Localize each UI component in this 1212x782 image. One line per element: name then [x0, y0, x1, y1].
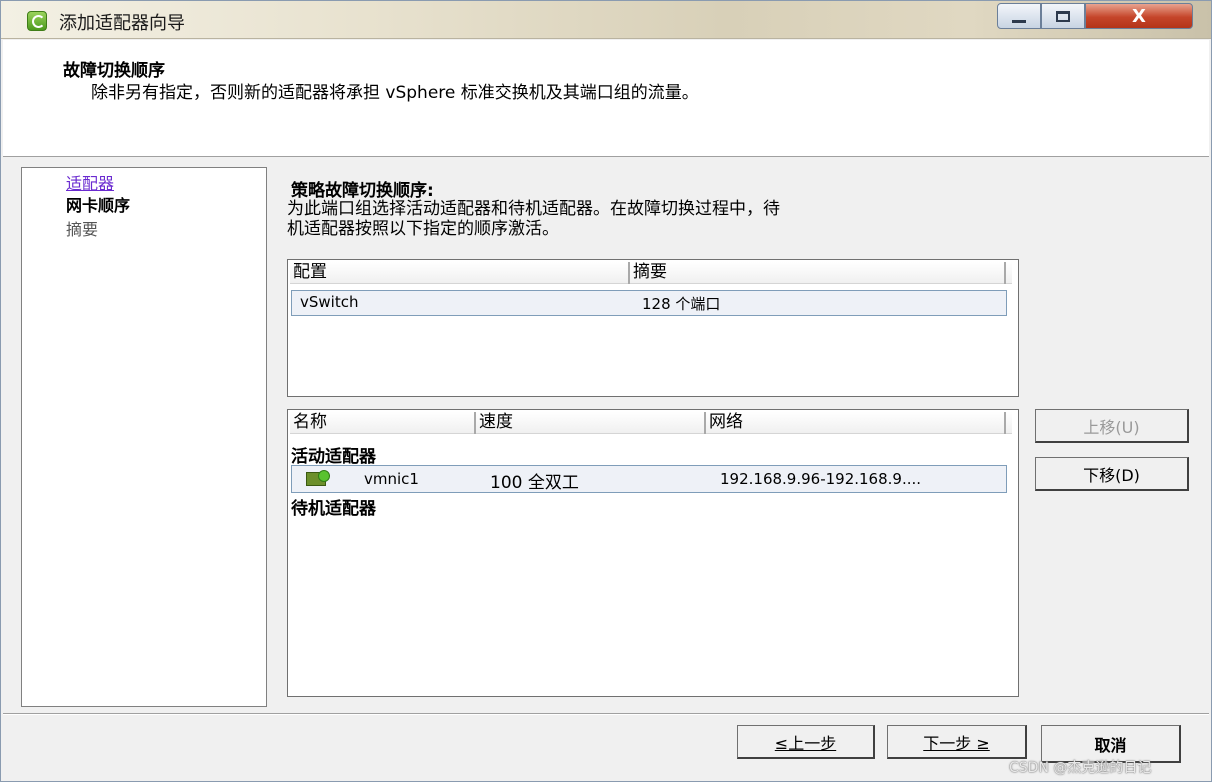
summary-cell: 128 个端口: [642, 295, 721, 313]
adapter-list-header: 名称 速度 网络: [290, 412, 1012, 434]
minimize-icon: [1012, 19, 1026, 23]
page-description: 除非另有指定，否则新的适配器将承担 vSphere 标准交换机及其端口组的流量。: [91, 83, 699, 103]
move-down-button[interactable]: 下移(D): [1035, 457, 1189, 491]
column-header-name[interactable]: 名称: [290, 412, 476, 434]
back-button-label: ≤上一步: [774, 733, 837, 753]
adapter-network-cell: 192.168.9.96-192.168.9....: [720, 470, 922, 488]
policy-description-line2: 机适配器按照以下指定的顺序激活。: [287, 219, 559, 239]
config-list[interactable]: 配置 摘要 vSwitch 128 个端口: [287, 259, 1019, 397]
adapter-row-vmnic1[interactable]: vmnic1 100 全双工 192.168.9.96-192.168.9...…: [291, 465, 1007, 493]
move-up-button[interactable]: 上移(U): [1035, 409, 1189, 443]
close-icon: X: [1132, 5, 1146, 27]
standby-adapters-label: 待机适配器: [291, 499, 376, 519]
config-row-vswitch[interactable]: vSwitch 128 个端口: [291, 290, 1007, 316]
nav-step-nic-order: 网卡顺序: [66, 196, 131, 215]
policy-description: 为此端口组选择活动适配器和待机适配器。在故障切换过程中，待 机适配器按照以下指定…: [287, 199, 1027, 239]
minimize-button[interactable]: [997, 3, 1041, 29]
active-adapters-label: 活动适配器: [291, 447, 376, 467]
config-cell: vSwitch: [300, 293, 359, 311]
adapter-speed-cell: 100 全双工: [490, 473, 579, 493]
wizard-header: 故障切换顺序 除非另有指定，否则新的适配器将承担 vSphere 标准交换机及其…: [3, 40, 1209, 157]
back-button[interactable]: ≤上一步: [737, 725, 875, 759]
network-adapter-icon: [306, 470, 330, 486]
watermark: CSDN @杰克逊的日记: [1009, 760, 1152, 776]
policy-description-line1: 为此端口组选择活动适配器和待机适配器。在故障切换过程中，待: [287, 199, 780, 219]
nav-step-adapters[interactable]: 适配器: [66, 170, 114, 194]
adapter-order-list[interactable]: 名称 速度 网络 活动适配器 vmnic1 100 全双工 192.168.9.…: [287, 409, 1019, 697]
title-bar[interactable]: 添加适配器向导 X: [1, 1, 1211, 39]
column-header-network[interactable]: 网络: [706, 412, 1004, 434]
config-list-header: 配置 摘要: [290, 262, 1012, 284]
column-header-speed[interactable]: 速度: [476, 412, 706, 434]
next-button-label: 下一步 ≥: [923, 733, 990, 753]
footer-divider: [3, 713, 1209, 715]
window-title: 添加适配器向导: [59, 13, 185, 34]
adapter-name-cell: vmnic1: [364, 470, 419, 488]
column-header-end: [1004, 262, 1012, 284]
maximize-icon: [1056, 10, 1070, 22]
wizard-window: 添加适配器向导 X 故障切换顺序 除非另有指定，否则新的适配器将承担 vSphe…: [0, 0, 1212, 782]
vsphere-app-icon: [27, 11, 47, 31]
column-header-summary[interactable]: 摘要: [630, 262, 1004, 284]
column-header-end: [1004, 412, 1012, 434]
next-button[interactable]: 下一步 ≥: [887, 725, 1027, 759]
maximize-button[interactable]: [1041, 3, 1085, 29]
wizard-steps-nav: 适配器 网卡顺序 摘要: [21, 167, 267, 707]
close-button[interactable]: X: [1085, 3, 1193, 29]
nav-step-summary: 摘要: [66, 220, 99, 239]
policy-title: 策略故障切换顺序:: [291, 181, 434, 201]
column-header-config[interactable]: 配置: [290, 262, 630, 284]
